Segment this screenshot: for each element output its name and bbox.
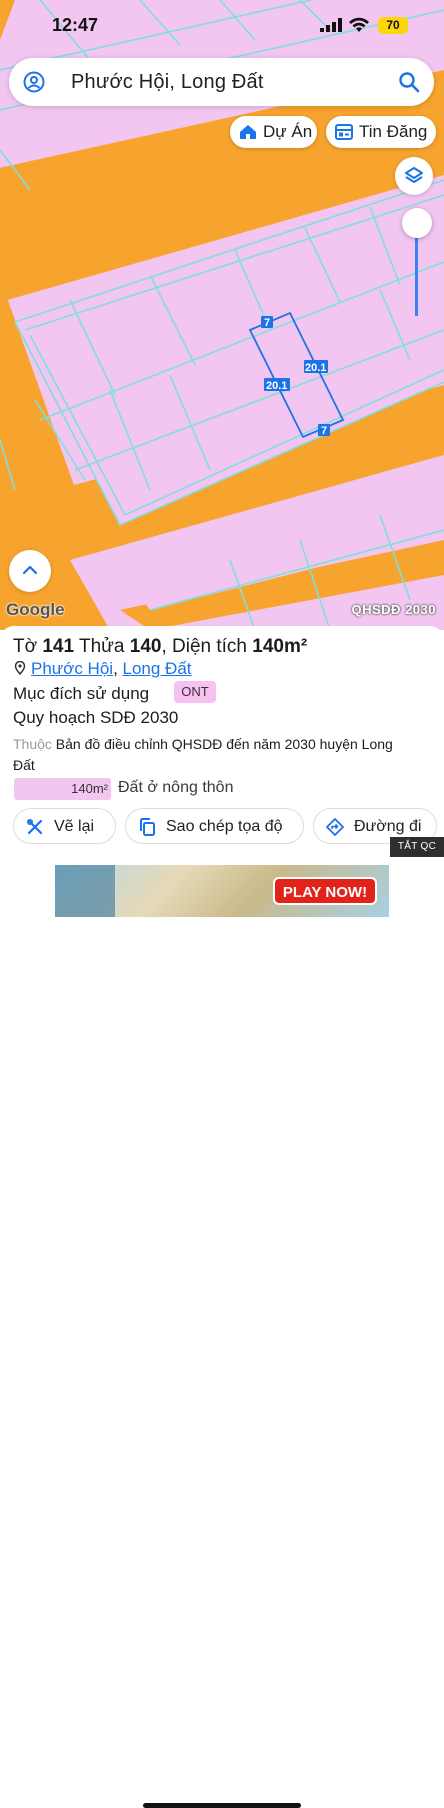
redraw-label: Vẽ lại <box>54 818 95 835</box>
title-prefix: Tờ <box>13 636 43 657</box>
ad-artwork <box>55 865 115 917</box>
copy-icon <box>140 818 155 836</box>
expand-sheet-button[interactable] <box>9 550 51 592</box>
layer-name-label: QHSDĐ 2030 <box>351 602 436 617</box>
purpose-label: Mục đích sử dụng <box>13 684 150 703</box>
parcel-info-sheet: Tờ 141 Thửa 140, Diện tích 140m² Phước H… <box>0 626 444 858</box>
chip-du-an[interactable]: Dự Án <box>230 116 317 148</box>
dim-left: 20.1 <box>266 380 287 392</box>
dim-bottom: 7 <box>321 425 327 437</box>
chip-du-an-label: Dự Án <box>263 122 313 141</box>
list-card-icon <box>335 124 353 140</box>
user-circle-icon[interactable] <box>23 71 45 93</box>
sheet-number: 141 <box>42 636 75 657</box>
purpose-code-badge: ONT <box>174 681 216 703</box>
ad-area: PLAY NOW! <box>0 857 444 1808</box>
map-source: Thuộc Bản đồ điều chỉnh QHSDĐ đến năm 20… <box>13 734 413 776</box>
ad-banner[interactable]: PLAY NOW! <box>55 865 389 917</box>
copy-coords-button[interactable]: Sao chép tọa độ <box>125 808 304 844</box>
home-icon <box>240 125 256 139</box>
legend-text: Đất ở nông thôn <box>118 779 234 796</box>
search-bar[interactable]: Phước Hội, Long Đất <box>9 58 434 106</box>
parcel-location: Phước Hội, Long Đất <box>14 659 192 679</box>
cellular-signal-icon <box>320 18 342 32</box>
parcel-title: Tờ 141 Thửa 140, Diện tích 140m² <box>13 636 307 658</box>
plan-label: Quy hoạch SDĐ 2030 <box>13 708 179 727</box>
dim-right: 20.1 <box>305 362 326 374</box>
chip-tin-dang-label: Tin Đăng <box>359 122 428 141</box>
belongs-label: Thuộc <box>13 736 52 752</box>
parcel-area: 140m² <box>252 636 308 657</box>
battery-indicator: 70 <box>378 17 408 34</box>
parcel-number: 140 <box>129 636 162 657</box>
redraw-button[interactable]: Vẽ lại <box>13 808 116 844</box>
chip-tin-dang[interactable]: Tin Đăng <box>326 116 436 148</box>
ward-link[interactable]: Phước Hội <box>31 659 113 678</box>
location-pin-icon <box>14 660 26 676</box>
home-indicator[interactable] <box>143 1803 301 1808</box>
directions-icon <box>326 818 344 836</box>
copy-coords-label: Sao chép tọa độ <box>166 818 283 835</box>
layers-icon <box>405 167 423 183</box>
google-logo: Google <box>6 600 65 619</box>
ad-play-now-button[interactable]: PLAY NOW! <box>273 877 377 905</box>
status-bar: 12:47 70 <box>0 0 444 50</box>
district-link[interactable]: Long Đất <box>123 659 192 678</box>
search-icon[interactable] <box>398 71 420 93</box>
opacity-slider-handle[interactable] <box>402 208 432 238</box>
search-query[interactable]: Phước Hội, Long Đất <box>71 71 264 94</box>
parcel-prefix: Thửa <box>74 636 130 657</box>
area-prefix: , Diện tích <box>161 636 253 657</box>
dim-top: 7 <box>264 317 270 329</box>
legend-swatch: 140m² <box>14 778 111 800</box>
chevron-up-icon <box>22 565 38 575</box>
status-time: 12:47 <box>52 15 99 35</box>
wifi-icon <box>349 17 369 32</box>
layers-button[interactable] <box>395 157 433 195</box>
close-ad-button[interactable]: TẮT QC <box>390 837 444 857</box>
map-view[interactable]: 7 20.1 20.1 7 12:47 70 Phước Hội, Long Đ… <box>0 0 444 630</box>
tools-icon <box>26 818 43 835</box>
belongs-text: Bản đồ điều chỉnh QHSDĐ đến năm 2030 huy… <box>13 736 393 773</box>
location-separator: , <box>113 659 123 678</box>
